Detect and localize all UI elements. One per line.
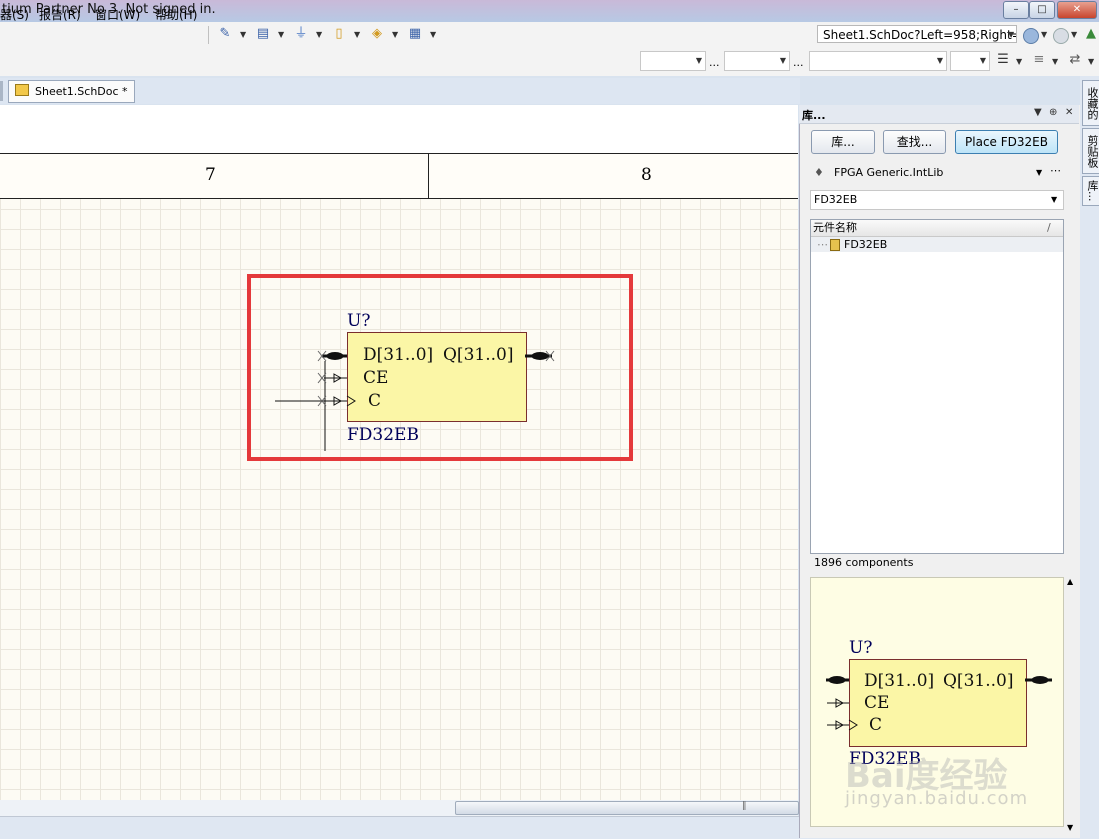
- library-icon: ♦: [814, 166, 824, 179]
- filter-combo-2[interactable]: ▼: [724, 51, 790, 71]
- chevron-down-icon[interactable]: ▼: [1051, 191, 1057, 209]
- back-icon[interactable]: [1023, 28, 1039, 44]
- filter-combo-4[interactable]: ▼: [950, 51, 990, 71]
- menu-item-help[interactable]: 帮助(H): [155, 6, 197, 23]
- home-icon[interactable]: ▲: [1082, 26, 1099, 42]
- side-tab-favorites[interactable]: 收藏的: [1082, 80, 1099, 126]
- grid-icon[interactable]: ▦: [406, 26, 424, 42]
- chevron-down-icon[interactable]: ▼: [1041, 30, 1047, 39]
- pin-q-terminal: [531, 352, 549, 360]
- chevron-down-icon[interactable]: ▼: [1016, 57, 1022, 66]
- filter-combo-3[interactable]: ▼: [809, 51, 947, 71]
- forward-icon[interactable]: [1053, 28, 1069, 44]
- schematic-canvas[interactable]: 7 8 U? D[31..0] Q[31..0] CE C FD32EB: [0, 105, 798, 800]
- scroll-up-icon[interactable]: ▲: [1067, 577, 1073, 586]
- distribute-icon[interactable]: ≡: [1030, 52, 1048, 68]
- watermark-url: jingyan.baidu.com: [845, 788, 1029, 809]
- chevron-down-icon[interactable]: ▼: [316, 30, 322, 39]
- align-icon[interactable]: ☰: [994, 52, 1012, 68]
- column-header-name[interactable]: 元件名称: [813, 220, 857, 236]
- tab-sheet1[interactable]: Sheet1.SchDoc *: [8, 80, 135, 103]
- chevron-down-icon[interactable]: ▼: [430, 30, 436, 39]
- address-field[interactable]: Sheet1.SchDoc?Left=958;Right=: [817, 25, 1017, 43]
- address-dropdown-icon[interactable]: ▼: [1008, 30, 1014, 39]
- wire-tool-icon[interactable]: ✎: [216, 26, 234, 42]
- panel-menu-icon[interactable]: ▼: [1034, 107, 1042, 118]
- menu-item-window[interactable]: 窗口(W): [95, 6, 140, 23]
- library-panel-title: 库...: [802, 109, 826, 122]
- tab-strip-edge: [0, 81, 3, 101]
- place-button[interactable]: Place FD32EB: [955, 130, 1058, 154]
- directive-icon[interactable]: ◈: [368, 26, 386, 42]
- horizontal-scroll-thumb[interactable]: [455, 801, 799, 815]
- menu-item-tools[interactable]: 器(S): [0, 6, 29, 23]
- more-icon[interactable]: ⋯: [1050, 161, 1061, 181]
- ellipsis-2[interactable]: ...: [793, 56, 804, 69]
- component-icon: [830, 239, 840, 251]
- toolbar-separator: [208, 26, 209, 44]
- port-icon[interactable]: ▯: [330, 26, 348, 42]
- filter-combo-1[interactable]: ▼: [640, 51, 706, 71]
- pin-icon[interactable]: ⊕: [1049, 107, 1057, 118]
- chevron-down-icon[interactable]: ▼: [240, 30, 246, 39]
- tab-label: Sheet1.SchDoc *: [35, 85, 128, 98]
- sort-indicator: /: [1047, 221, 1051, 234]
- schematic-file-icon: [15, 84, 29, 96]
- list-item[interactable]: ⋯ FD32EB: [811, 237, 1063, 252]
- bus-tool-icon[interactable]: ▤: [254, 26, 272, 42]
- minimize-button[interactable]: –: [1003, 1, 1029, 19]
- libraries-button[interactable]: 库...: [811, 130, 875, 154]
- scroll-down-icon[interactable]: ▼: [1067, 823, 1073, 832]
- chevron-down-icon[interactable]: ▼: [1071, 30, 1077, 39]
- ellipsis-1[interactable]: ...: [709, 56, 720, 69]
- component-pins: [275, 350, 555, 451]
- tree-line: ⋯: [817, 238, 828, 251]
- library-select-value: FPGA Generic.IntLib: [834, 166, 944, 179]
- component-count: 1896 components: [814, 556, 914, 569]
- library-select[interactable]: ♦ FPGA Generic.IntLib ▼ ⋯: [810, 163, 1064, 183]
- preview-scrollbar[interactable]: [1065, 577, 1077, 827]
- menu-item-reports[interactable]: 报告(R): [39, 6, 81, 23]
- pin-d-terminal: [326, 352, 344, 360]
- search-button[interactable]: 查找...: [883, 130, 946, 154]
- filter-input[interactable]: FD32EB ▼: [810, 190, 1064, 210]
- component-list-header[interactable]: 元件名称 /: [811, 220, 1063, 237]
- list-item-label: FD32EB: [844, 238, 888, 251]
- component-list[interactable]: [810, 219, 1064, 554]
- chevron-down-icon: ▼: [1036, 168, 1043, 177]
- grip-icon: ‖: [742, 801, 747, 811]
- close-icon[interactable]: ✕: [1065, 107, 1073, 118]
- chevron-down-icon[interactable]: ▼: [392, 30, 398, 39]
- chevron-down-icon[interactable]: ▼: [1088, 57, 1094, 66]
- clock-symbol: [346, 395, 356, 407]
- side-tab-libraries[interactable]: 库...: [1082, 176, 1099, 206]
- side-tab-clipboard[interactable]: 剪贴板: [1082, 128, 1099, 174]
- chevron-down-icon[interactable]: ▼: [1052, 57, 1058, 66]
- maximize-button[interactable]: □: [1029, 1, 1055, 19]
- chevron-down-icon[interactable]: ▼: [278, 30, 284, 39]
- close-button[interactable]: ✕: [1057, 1, 1097, 19]
- ground-icon[interactable]: ⏚: [292, 26, 310, 42]
- filter-value: FD32EB: [814, 193, 858, 206]
- chevron-down-icon[interactable]: ▼: [354, 30, 360, 39]
- swap-icon[interactable]: ⇄: [1066, 52, 1084, 68]
